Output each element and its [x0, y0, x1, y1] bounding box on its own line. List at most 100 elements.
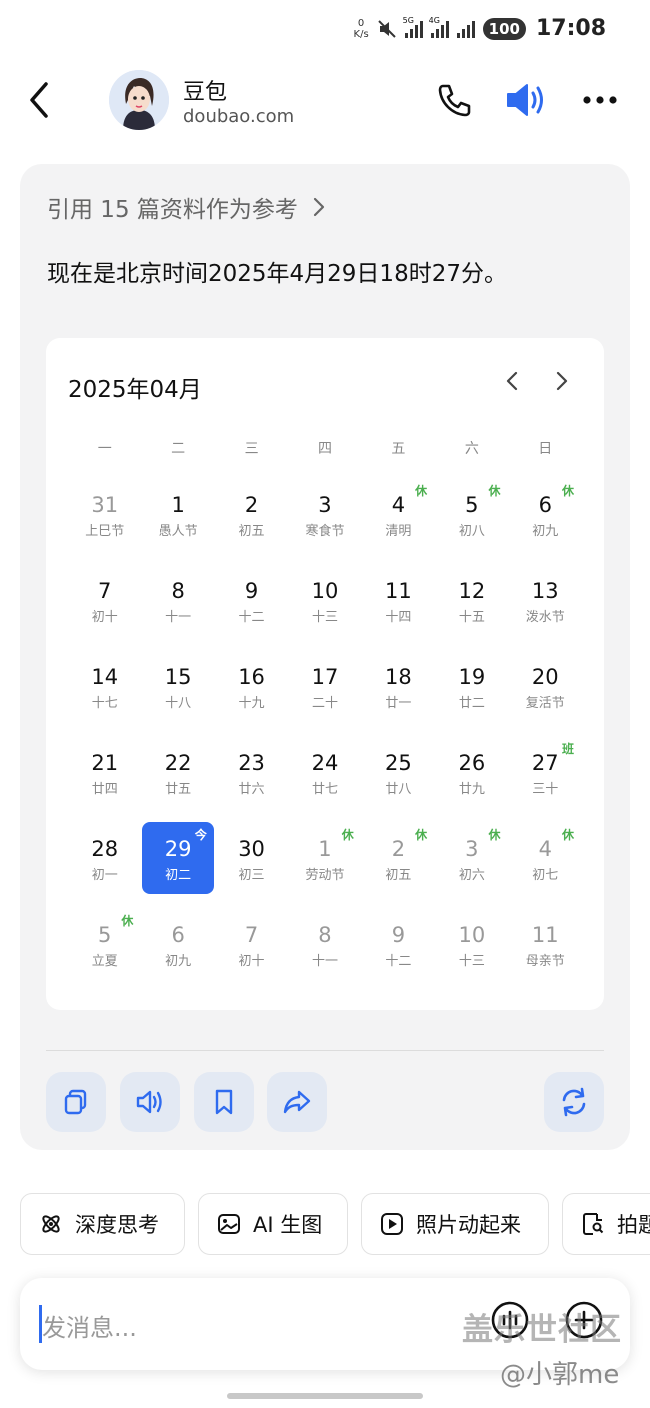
calendar-day[interactable]: 15 十八 — [141, 650, 214, 736]
calendar-day[interactable]: 5 初八休 — [435, 478, 508, 564]
calendar-day[interactable]: 9 十二 — [215, 564, 288, 650]
message-input[interactable]: 发消息... — [42, 1308, 137, 1343]
share-button[interactable] — [267, 1072, 327, 1132]
calendar-day[interactable]: 14 十七 — [68, 650, 141, 736]
day-lunar-label: 廿一 — [385, 696, 412, 711]
calendar-day[interactable]: 2 初五休 — [362, 822, 435, 908]
calendar-day[interactable]: 10 十三 — [435, 908, 508, 994]
calendar-day[interactable]: 19 廿二 — [435, 650, 508, 736]
day-lunar-label: 初七 — [532, 868, 559, 883]
calendar-day[interactable]: 6 初九 — [141, 908, 214, 994]
calendar-day[interactable]: 1 劳动节休 — [288, 822, 361, 908]
calendar-day[interactable]: 9 十二 — [362, 908, 435, 994]
day-lunar-label: 初九 — [532, 524, 559, 539]
weekday-label: 四 — [317, 441, 332, 457]
copy-button[interactable] — [46, 1072, 106, 1132]
calendar-day[interactable]: 11 母亲节 — [509, 908, 582, 994]
calendar-day[interactable]: 10 十三 — [288, 564, 361, 650]
calendar-day[interactable]: 22 廿五 — [141, 736, 214, 822]
voice-toggle-button[interactable] — [503, 80, 549, 120]
calendar-day[interactable]: 1 愚人节 — [141, 478, 214, 564]
calendar-day[interactable]: 26 廿九 — [435, 736, 508, 822]
day-lunar-label: 廿四 — [91, 782, 118, 797]
day-number: 26 — [458, 751, 486, 775]
avatar[interactable] — [109, 70, 169, 130]
calendar-day[interactable]: 21 廿四 — [68, 736, 141, 822]
bot-name: 豆包 — [183, 80, 228, 105]
calendar-day[interactable]: 30 初三 — [215, 822, 288, 908]
calendar-day[interactable]: 6 初九休 — [509, 478, 582, 564]
day-lunar-label: 初二 — [165, 868, 192, 883]
calendar-next-month-button[interactable] — [546, 366, 576, 396]
calendar-day[interactable]: 28 初一 — [68, 822, 141, 908]
day-badge: 今 — [194, 828, 207, 842]
calendar-day[interactable]: 5 立夏休 — [68, 908, 141, 994]
day-badge: 休 — [415, 484, 428, 498]
more-options-button[interactable] — [580, 82, 620, 118]
calendar-day[interactable]: 27 三十班 — [509, 736, 582, 822]
mute-icon — [377, 19, 396, 38]
call-button[interactable] — [434, 80, 474, 120]
suggestion-chips: 深度思考 AI 生图 照片动起来 拍题 — [20, 1193, 650, 1255]
day-lunar-label: 寒食节 — [305, 524, 345, 539]
calendar-day[interactable]: 16 十九 — [215, 650, 288, 736]
calendar-day[interactable]: 8 十一 — [288, 908, 361, 994]
chip-ai-image[interactable]: AI 生图 — [198, 1193, 348, 1255]
chip-photo-search[interactable]: 拍题 — [562, 1193, 650, 1255]
calendar-day[interactable]: 25 廿八 — [362, 736, 435, 822]
calendar-day[interactable]: 3 寒食节 — [288, 478, 361, 564]
chip-label: 拍题 — [617, 1213, 650, 1237]
calendar-day[interactable]: 4 清明休 — [362, 478, 435, 564]
day-lunar-label: 十五 — [458, 610, 485, 625]
calendar-day[interactable]: 3 初六休 — [435, 822, 508, 908]
calendar-day[interactable]: 20 复活节 — [509, 650, 582, 736]
day-lunar-label: 初五 — [385, 868, 412, 883]
reference-link[interactable]: 引用 15 篇资料作为参考 — [47, 190, 326, 224]
weekday-label: 三 — [244, 441, 259, 457]
phone-icon — [438, 84, 471, 117]
day-number: 28 — [91, 837, 119, 861]
calendar-day[interactable]: 17 二十 — [288, 650, 361, 736]
calendar-day[interactable]: 7 初十 — [68, 564, 141, 650]
calendar-day[interactable]: 18 廿一 — [362, 650, 435, 736]
day-number: 21 — [91, 751, 119, 775]
day-number: 6 — [171, 923, 185, 947]
chip-label: 深度思考 — [75, 1213, 159, 1237]
calendar-day[interactable]: 4 初七休 — [509, 822, 582, 908]
calendar-prev-month-button[interactable] — [498, 366, 528, 396]
read-aloud-button[interactable] — [120, 1072, 180, 1132]
calendar-day[interactable]: 31 上巳节 — [68, 478, 141, 564]
day-number: 14 — [91, 665, 119, 689]
assistant-message-card: 引用 15 篇资料作为参考 现在是北京时间2025年4月29日18时27分。 2… — [20, 164, 630, 1150]
calendar-day[interactable]: 13 泼水节 — [509, 564, 582, 650]
weekday-label: 二 — [171, 441, 186, 457]
day-lunar-label: 愚人节 — [158, 524, 198, 539]
calendar-day[interactable]: 24 廿七 — [288, 736, 361, 822]
watermark-community: 盖乐世社区 — [462, 1312, 622, 1348]
chip-photo-animate[interactable]: 照片动起来 — [361, 1193, 549, 1255]
chip-deep-think[interactable]: 深度思考 — [20, 1193, 185, 1255]
day-lunar-label: 廿二 — [458, 696, 485, 711]
document-search-icon — [583, 1213, 604, 1235]
bookmark-button[interactable] — [194, 1072, 254, 1132]
home-indicator[interactable] — [227, 1393, 423, 1399]
regenerate-button[interactable] — [544, 1072, 604, 1132]
calendar-day[interactable]: 12 十五 — [435, 564, 508, 650]
day-lunar-label: 廿七 — [311, 782, 338, 797]
day-lunar-label: 廿九 — [458, 782, 485, 797]
chevron-right-icon — [313, 197, 324, 217]
day-lunar-label: 初三 — [238, 868, 265, 883]
calendar-day[interactable]: 2 初五 — [215, 478, 288, 564]
back-button[interactable] — [24, 80, 58, 120]
calendar-day-today[interactable]: 29 初二今 — [141, 822, 215, 908]
calendar-day[interactable]: 11 十四 — [362, 564, 435, 650]
calendar-day[interactable]: 8 十一 — [141, 564, 214, 650]
day-lunar-label: 二十 — [311, 696, 338, 711]
reference-text: 引用 15 篇资料作为参考 — [47, 197, 298, 223]
calendar-day[interactable]: 23 廿六 — [215, 736, 288, 822]
day-number: 8 — [318, 923, 332, 947]
day-badge: 休 — [561, 484, 574, 498]
day-lunar-label: 初一 — [91, 868, 118, 883]
calendar-day[interactable]: 7 初十 — [215, 908, 288, 994]
speaker-icon — [507, 84, 543, 116]
